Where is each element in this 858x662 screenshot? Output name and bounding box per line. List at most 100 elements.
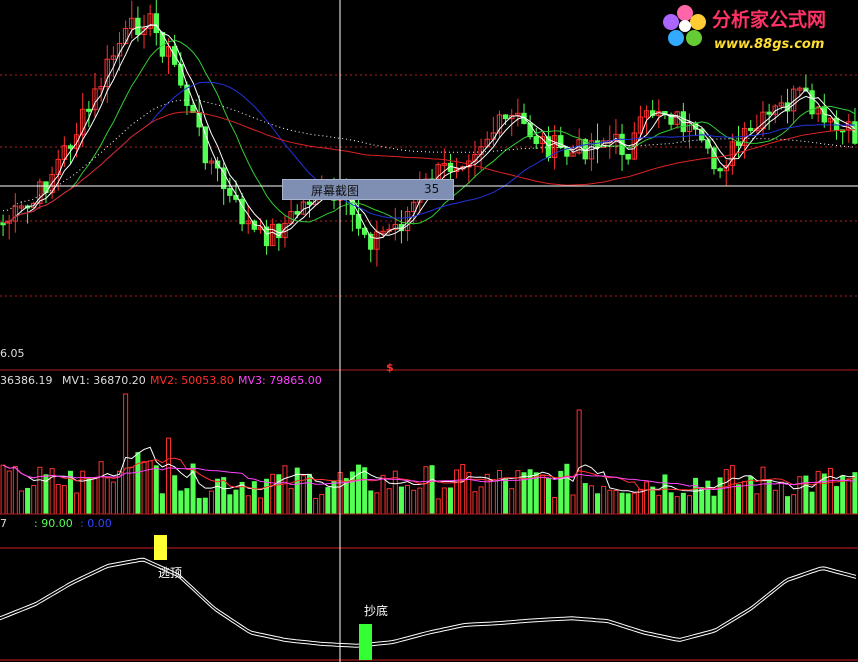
- volume-bar: [595, 493, 601, 515]
- volume-bar: [601, 485, 607, 515]
- volume-bar: [411, 489, 417, 515]
- volume-bar: [785, 496, 791, 515]
- volume-bar: [356, 464, 362, 515]
- logo-url: www.88gs.com: [714, 37, 824, 52]
- candle-body: [502, 114, 509, 120]
- volume-bar: [417, 487, 423, 515]
- volume-bar: [625, 493, 631, 515]
- volume-bar: [797, 476, 803, 515]
- volume-bar: [172, 475, 178, 515]
- volume-bar: [846, 478, 852, 515]
- volume-bar: [98, 461, 104, 515]
- screenshot-tooltip[interactable]: 屏幕截图 35: [282, 179, 454, 200]
- candle-body: [766, 111, 772, 115]
- volume-bar: [31, 484, 37, 515]
- volume-bar: [215, 478, 221, 515]
- volume-bar: [852, 472, 858, 515]
- volume-bar: [441, 487, 447, 515]
- volume-bar: [472, 491, 478, 515]
- volume-bar: [637, 488, 643, 515]
- candle-body: [748, 127, 754, 131]
- volume-bar: [92, 477, 98, 515]
- volume-bar: [300, 475, 306, 515]
- volume-bar: [159, 493, 165, 515]
- volume-bar: [509, 488, 515, 515]
- volume-bar: [245, 495, 251, 515]
- candle-body: [190, 104, 196, 114]
- stock-chart[interactable]: 6.05 $ 36386.19 MV1: 36870.20 MV2: 50053…: [0, 0, 858, 662]
- candle-body: [67, 145, 74, 149]
- volume-bar: [257, 497, 263, 515]
- ma-line-mid: [3, 24, 856, 236]
- volume-bar: [435, 498, 441, 515]
- volume-bar: [582, 483, 588, 515]
- volume-bar: [662, 474, 668, 515]
- tooltip-value: 35: [424, 182, 440, 196]
- volume-bar: [423, 466, 429, 515]
- signal-top-marker: [154, 535, 167, 560]
- volume-bar: [55, 484, 61, 515]
- volume-bar: [748, 476, 754, 515]
- volume-bar: [380, 474, 386, 515]
- candle-body: [86, 108, 92, 112]
- volume-bar: [141, 461, 147, 515]
- volume-bar: [447, 487, 453, 515]
- indicator-panel: 7 : 90.00 : 0.00 逃顶 抄底: [0, 517, 858, 661]
- volume-bar: [123, 393, 129, 515]
- volume-bar: [686, 495, 692, 515]
- volume-bar: [827, 467, 833, 515]
- volume-bar: [405, 484, 411, 515]
- vol-value: 36386.19: [0, 374, 53, 387]
- volume-bar: [539, 474, 545, 515]
- volume-bar: [834, 486, 840, 515]
- volume-bar: [202, 497, 208, 515]
- volume-bar: [619, 492, 625, 515]
- candle-body: [735, 141, 742, 146]
- ma-line-blue: [3, 81, 855, 224]
- volume-bar: [576, 409, 582, 515]
- signal-bottom-marker: [359, 624, 372, 660]
- candle-body: [227, 188, 233, 196]
- volume-bar: [86, 478, 92, 515]
- volume-bar: [37, 466, 43, 515]
- volume-bar: [766, 479, 772, 515]
- volume-bar: [552, 496, 558, 515]
- volume-bar: [227, 494, 233, 515]
- logo-title: 分析家公式网: [712, 8, 826, 31]
- volume-bar: [711, 495, 717, 515]
- signal-top-label: 逃顶: [158, 566, 182, 580]
- ma-line-short: [3, 24, 856, 239]
- mv2-line: [2, 457, 856, 491]
- volume-bar: [454, 469, 460, 515]
- volume-bar: [319, 493, 325, 515]
- volume-bar: [650, 486, 656, 515]
- volume-bar: [607, 489, 613, 515]
- volume-bar: [460, 464, 466, 515]
- volume-bar: [6, 470, 12, 515]
- volume-bar: [221, 477, 227, 515]
- volume-bar: [74, 492, 80, 515]
- indicator-level-hi: : 90.00: [34, 517, 73, 530]
- signal-bottom-label: 抄底: [364, 603, 388, 618]
- volume-bar: [668, 492, 674, 515]
- volume-bar: [693, 477, 699, 515]
- volume-panel: 36386.19 MV1: 36870.20 MV2: 50053.80 MV3…: [0, 374, 858, 515]
- volume-bar: [815, 470, 821, 515]
- volume-bar: [546, 477, 552, 515]
- site-logo: 分析家公式网 www.88gs.com: [663, 5, 826, 52]
- flower-logo-icon: [663, 5, 706, 46]
- volume-bar: [490, 478, 496, 515]
- volume-bar: [306, 473, 312, 515]
- tooltip-label: 屏幕截图: [311, 184, 360, 198]
- volume-bar: [110, 481, 116, 515]
- volume-bar: [288, 487, 294, 515]
- volume-bar: [656, 494, 662, 515]
- volume-bar: [613, 490, 619, 515]
- indicator-prefix: 7: [0, 517, 7, 530]
- volume-bar: [723, 469, 729, 515]
- volume-bar: [233, 489, 239, 515]
- volume-bar: [61, 485, 67, 515]
- volume-bar: [282, 465, 288, 515]
- volume-bar: [374, 492, 380, 515]
- candle-body: [135, 17, 141, 35]
